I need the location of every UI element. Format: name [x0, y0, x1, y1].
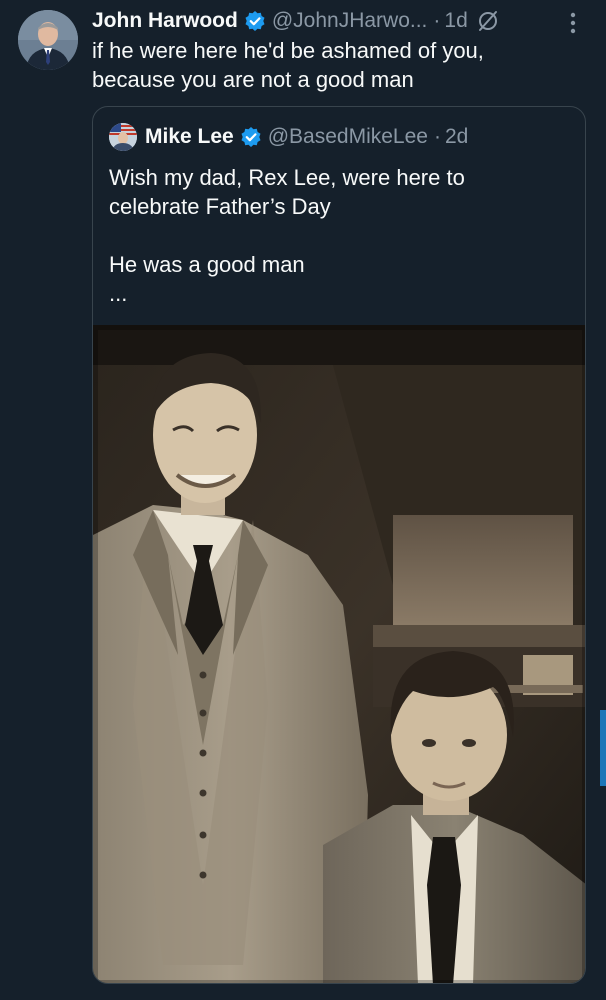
scrollbar-thumb[interactable]: [600, 710, 606, 786]
tweet-timestamp[interactable]: 1d: [444, 9, 467, 33]
quoted-author-handle[interactable]: @BasedMikeLee: [268, 125, 428, 149]
author-name[interactable]: John Harwood: [92, 9, 238, 33]
quoted-text-line: celebrate Father’s Day: [109, 194, 331, 219]
quoted-text-ellipsis: ...: [109, 281, 128, 306]
tweet-text-line: because you are not a good man: [92, 67, 414, 92]
quoted-tweet-timestamp[interactable]: 2d: [445, 125, 468, 149]
author-avatar[interactable]: [18, 10, 78, 70]
quoted-text-line: Wish my dad, Rex Lee, were here to: [109, 165, 465, 190]
quoted-tweet-text: Wish my dad, Rex Lee, were here to celeb…: [109, 163, 569, 308]
separator-dot: ·: [433, 125, 441, 148]
verified-badge-icon: [244, 10, 266, 32]
tweet-text: if he were here he'd be ashamed of you, …: [92, 36, 592, 94]
tweet[interactable]: John Harwood @JohnJHarwo... · 1d if he w…: [0, 0, 606, 1000]
author-handle[interactable]: @JohnJHarwo...: [272, 9, 428, 33]
tweet-header: John Harwood @JohnJHarwo... · 1d: [92, 6, 500, 36]
quoted-author-avatar[interactable]: [109, 123, 137, 151]
quoted-tweet-header: Mike Lee @BasedMikeLee · 2d: [109, 123, 468, 151]
quoted-tweet[interactable]: Mike Lee @BasedMikeLee · 2d Wish my dad,…: [92, 106, 586, 984]
quoted-text-line: He was a good man: [109, 252, 305, 277]
grok-icon[interactable]: [476, 9, 500, 33]
quoted-tweet-photo[interactable]: [93, 320, 585, 983]
tweet-text-line: if he were here he'd be ashamed of you,: [92, 38, 484, 63]
verified-badge-icon: [240, 126, 262, 148]
more-options-icon[interactable]: [568, 10, 578, 36]
quoted-author-name[interactable]: Mike Lee: [145, 125, 234, 149]
separator-dot: ·: [433, 9, 441, 32]
